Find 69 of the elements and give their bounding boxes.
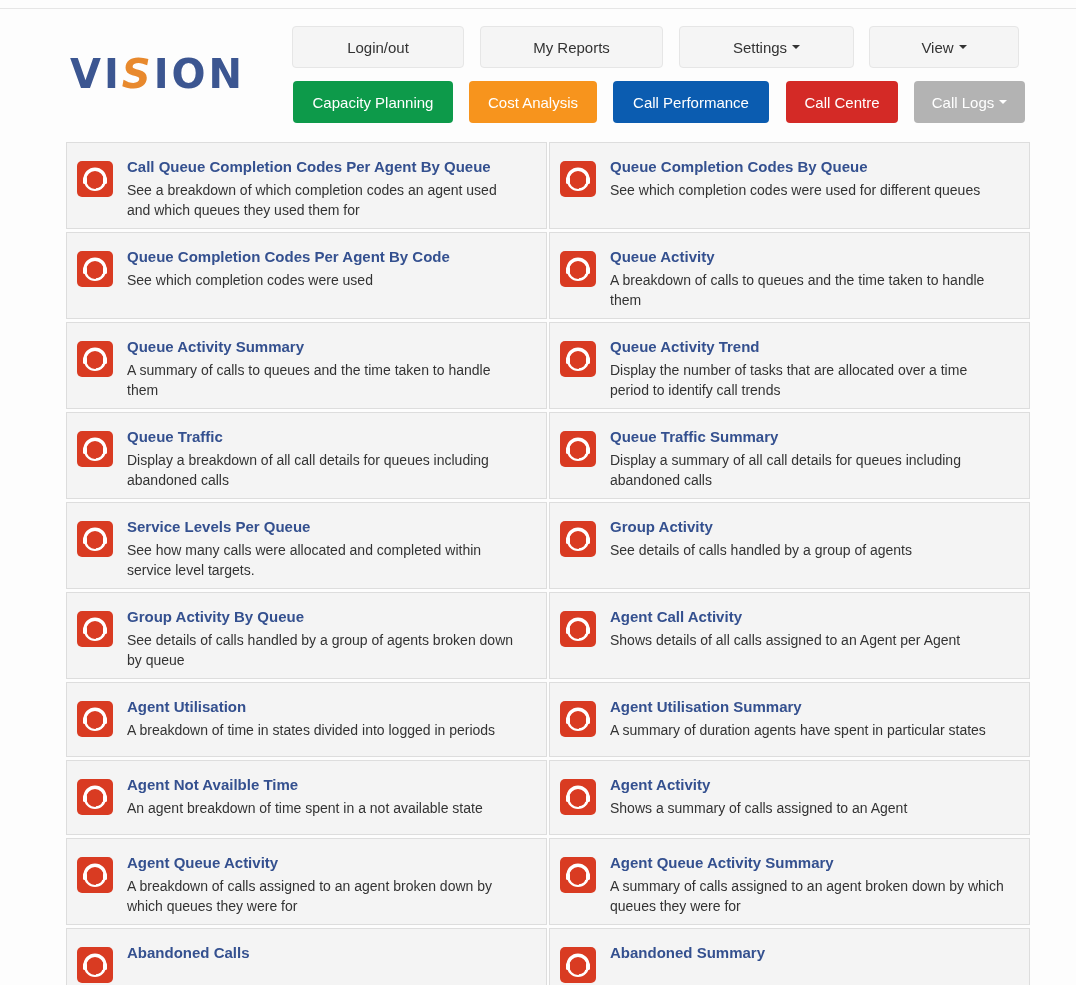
report-card[interactable]: Queue Activity Summary A summary of calls to queues and the time taken to handle them <box>66 322 547 409</box>
report-description: A summary of duration agents have spent in particular states <box>610 721 986 740</box>
nav-button[interactable]: Login/out <box>292 26 464 68</box>
report-title[interactable]: Queue Completion Codes By Queue <box>610 157 981 176</box>
nav-button[interactable]: View <box>869 26 1019 68</box>
report-description: See details of calls handled by a group of agents broken down by queue <box>127 631 515 670</box>
report-card[interactable]: Agent Not Availble Time An agent breakdown of time spent in a not available state <box>66 760 547 835</box>
report-title[interactable]: Abandoned Calls <box>127 943 250 962</box>
report-title[interactable]: Abandoned Summary <box>610 943 766 962</box>
report-card[interactable]: Queue Completion Codes By Queue See which completion codes were used for different queues <box>549 142 1030 229</box>
report-description: See which completion codes were used for different queues <box>610 181 981 200</box>
report-card[interactable]: Agent Queue Activity Summary A summary of calls assigned to an agent broken down by which queues they were for <box>549 838 1030 925</box>
report-description: A breakdown of calls to queues and the time taken to handle them <box>610 271 986 310</box>
report-card[interactable]: Queue Completion Codes Per Agent By Code See which completion codes were used <box>66 232 547 319</box>
report-card[interactable]: Agent Utilisation A breakdown of time in states divided into logged in periods <box>66 682 547 757</box>
report-description: See which completion codes were used <box>127 271 374 290</box>
report-title[interactable]: Group Activity <box>610 517 912 536</box>
report-title[interactable]: Queue Activity Summary <box>127 337 522 356</box>
nav-button[interactable]: Settings <box>679 26 854 68</box>
report-card[interactable]: Agent Activity Shows a summary of calls assigned to an Agent <box>549 760 1030 835</box>
report-title[interactable]: Queue Traffic Summary <box>610 427 1005 446</box>
report-card[interactable]: Service Levels Per Queue See how many calls were allocated and completed within service level targets. <box>66 502 547 589</box>
report-title[interactable]: Queue Completion Codes Per Agent By Code <box>127 247 450 266</box>
report-card[interactable]: Abandoned Summary <box>549 928 1030 985</box>
report-description: See a breakdown of which completion codes an agent used and which queues they used them for <box>127 181 498 220</box>
report-description: A breakdown of calls assigned to an agent broken down by which queues they were for <box>127 877 494 916</box>
section-button[interactable]: Call Performance <box>613 81 769 123</box>
report-card[interactable]: Agent Queue Activity A breakdown of calls assigned to an agent broken down by which queues they were for <box>66 838 547 925</box>
report-card[interactable]: Queue Traffic Display a breakdown of all call details for queues including abandoned calls <box>66 412 547 499</box>
report-description: Display a summary of all call details for queues including abandoned calls <box>610 451 962 490</box>
report-card[interactable]: Queue Activity A breakdown of calls to queues and the time taken to handle them <box>549 232 1030 319</box>
nav-button[interactable]: My Reports <box>480 26 663 68</box>
report-card[interactable]: Agent Utilisation Summary A summary of duration agents have spent in particular states <box>549 682 1030 757</box>
report-description: See details of calls handled by a group of agents <box>610 541 912 560</box>
report-card[interactable]: Abandoned Calls <box>66 928 547 985</box>
report-title[interactable]: Service Levels Per Queue <box>127 517 522 536</box>
report-title[interactable]: Agent Call Activity <box>610 607 961 626</box>
report-description: See how many calls were allocated and completed within service level targets. <box>127 541 483 580</box>
report-title[interactable]: Queue Activity Trend <box>610 337 1005 356</box>
report-title[interactable]: Agent Utilisation Summary <box>610 697 986 716</box>
report-description: An agent breakdown of time spent in a not available state <box>127 799 483 818</box>
report-description: Shows details of all calls assigned to an Agent per Agent <box>610 631 961 650</box>
report-card[interactable]: Queue Traffic Summary Display a summary of all call details for queues including abandoned calls <box>549 412 1030 499</box>
report-description: A summary of calls to queues and the time taken to handle them <box>127 361 492 400</box>
report-description: Display a breakdown of all call details for queues including abandoned calls <box>127 451 490 490</box>
vision-logo: VISION <box>69 50 244 99</box>
report-title[interactable]: Agent Utilisation <box>127 697 496 716</box>
report-title[interactable]: Queue Traffic <box>127 427 522 446</box>
report-description: Shows a summary of calls assigned to an Agent <box>610 799 908 818</box>
report-title[interactable]: Queue Activity <box>610 247 1005 266</box>
report-description: Display the number of tasks that are allocated over a time period to identify call trends <box>610 361 969 400</box>
report-title[interactable]: Group Activity By Queue <box>127 607 522 626</box>
report-title[interactable]: Agent Not Availble Time <box>127 775 483 794</box>
report-card[interactable]: Group Activity See details of calls handled by a group of agents <box>549 502 1030 589</box>
report-title[interactable]: Agent Queue Activity <box>127 853 522 872</box>
report-title[interactable]: Agent Queue Activity Summary <box>610 853 1005 872</box>
section-button[interactable]: Capacity Planning <box>293 81 453 123</box>
caret-icon <box>999 100 1008 104</box>
report-card[interactable]: Group Activity By Queue See details of calls handled by a group of agents broken down by queue <box>66 592 547 679</box>
report-card[interactable]: Agent Call Activity Shows details of all calls assigned to an Agent per Agent <box>549 592 1030 679</box>
report-title[interactable]: Call Queue Completion Codes Per Agent By Queue <box>127 157 522 176</box>
caret-icon <box>792 45 801 49</box>
report-description: A summary of calls assigned to an agent broken down by which queues they were for <box>610 877 1005 916</box>
report-description: A breakdown of time in states divided into logged in periods <box>127 721 496 740</box>
caret-icon <box>958 45 967 49</box>
report-title[interactable]: Agent Activity <box>610 775 908 794</box>
report-card[interactable]: Queue Activity Trend Display the number of tasks that are allocated over a time period to identify call trends <box>549 322 1030 409</box>
section-button[interactable]: Call Centre <box>786 81 898 123</box>
report-card[interactable]: Call Queue Completion Codes Per Agent By Queue See a breakdown of which completion codes an agent used and which queues they used them for <box>66 142 547 229</box>
